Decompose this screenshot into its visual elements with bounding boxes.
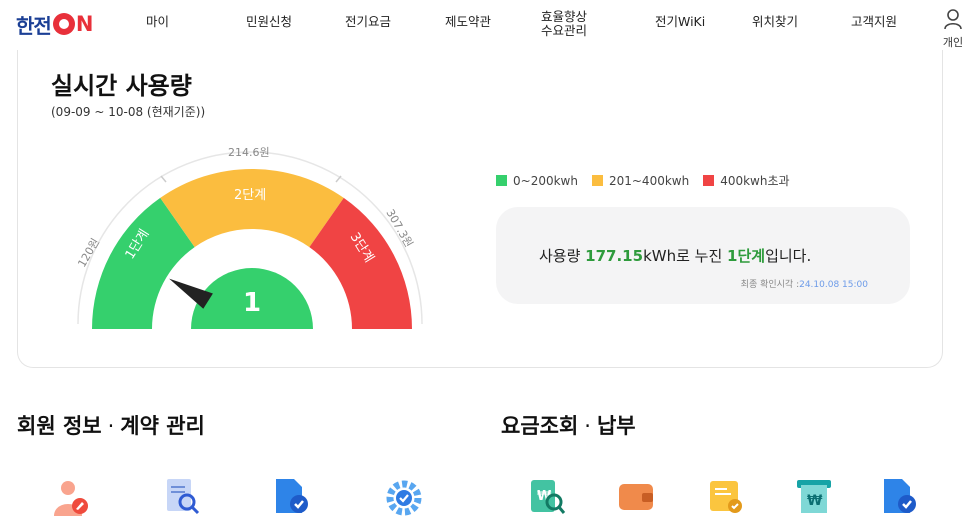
gauge-threshold-307: 307.3원	[383, 207, 415, 250]
user-edit-icon[interactable]	[50, 476, 90, 516]
legend-swatch-yellow	[591, 175, 603, 186]
wallet-icon[interactable]	[616, 476, 656, 516]
usage-gauge: 1 1단계 2단계 3단계 120원 214.6원 307.3원	[75, 146, 423, 329]
legend-swatch-green	[496, 175, 507, 186]
nav-item-wiki[interactable]: 전기WiKi	[655, 15, 705, 29]
svg-text:₩: ₩	[807, 493, 823, 509]
nav-item-terms[interactable]: 제도약관	[445, 15, 491, 29]
nav-item-civil-request[interactable]: 민원신청	[246, 15, 292, 29]
legend-item-level1: 0~200kwh	[496, 172, 578, 189]
file-check-icon-2[interactable]	[878, 476, 918, 516]
usage-title: 실시간 사용량	[51, 72, 192, 100]
receipt-search-icon[interactable]: ₩	[527, 476, 567, 516]
nav-item-location[interactable]: 위치찾기	[752, 15, 798, 29]
file-check-icon[interactable]	[270, 476, 310, 516]
document-search-icon[interactable]	[162, 476, 202, 516]
usage-amount: 177.15	[585, 247, 644, 265]
receipt-won-icon[interactable]: ₩	[794, 476, 834, 516]
usage-summary-box: 사용량 177.15kWh로 누진 1단계입니다. 최종 확인시각 :24.10…	[496, 207, 910, 304]
nav-item-electric-bill[interactable]: 전기요금	[345, 15, 391, 29]
usage-level: 1단계	[727, 247, 766, 265]
gear-check-icon[interactable]	[384, 476, 424, 516]
usage-legend: 0~200kwh 201~400kwh 400kwh초과	[496, 172, 790, 189]
gauge-threshold-214: 214.6원	[228, 146, 270, 159]
gauge-label-level2: 2단계	[234, 188, 266, 203]
gauge-threshold-120: 120원	[75, 236, 102, 269]
nav-item-efficiency[interactable]: 효율향상 수요관리	[541, 10, 587, 38]
user-label: 개인	[942, 36, 964, 49]
section-title-billing: 요금조회 · 납부	[501, 414, 636, 438]
legend-item-level2: 201~400kwh	[591, 172, 689, 189]
last-checked-time: 최종 확인시각 :24.10.08 15:00	[740, 280, 868, 290]
legend-item-level3: 400kwh초과	[703, 172, 790, 189]
user-icon	[944, 9, 962, 30]
legend-swatch-red	[703, 175, 715, 186]
logo-text: 한전	[16, 13, 52, 38]
nav-item-my[interactable]: 마이	[146, 15, 169, 29]
usage-summary-text: 사용량 177.15kWh로 누진 1단계입니다.	[539, 247, 812, 265]
usage-period: (09-09 ~ 10-08 (현재기준))	[51, 105, 206, 119]
bill-check-icon[interactable]	[706, 476, 746, 516]
user-menu[interactable]: 개인	[941, 8, 965, 50]
logo-on-mark: N	[52, 12, 93, 36]
gauge-level-number: 1	[243, 288, 261, 318]
gauge-band-level2	[160, 169, 344, 248]
nav-item-support[interactable]: 고객지원	[851, 15, 897, 29]
kepco-on-logo[interactable]: 한전 N	[16, 12, 93, 38]
section-title-membership: 회원 정보 · 계약 관리	[17, 414, 205, 438]
top-navigation-bar: 한전 N 마이 민원신청 전기요금 제도약관 효율향상 수요관리 전기WiKi …	[0, 0, 969, 50]
